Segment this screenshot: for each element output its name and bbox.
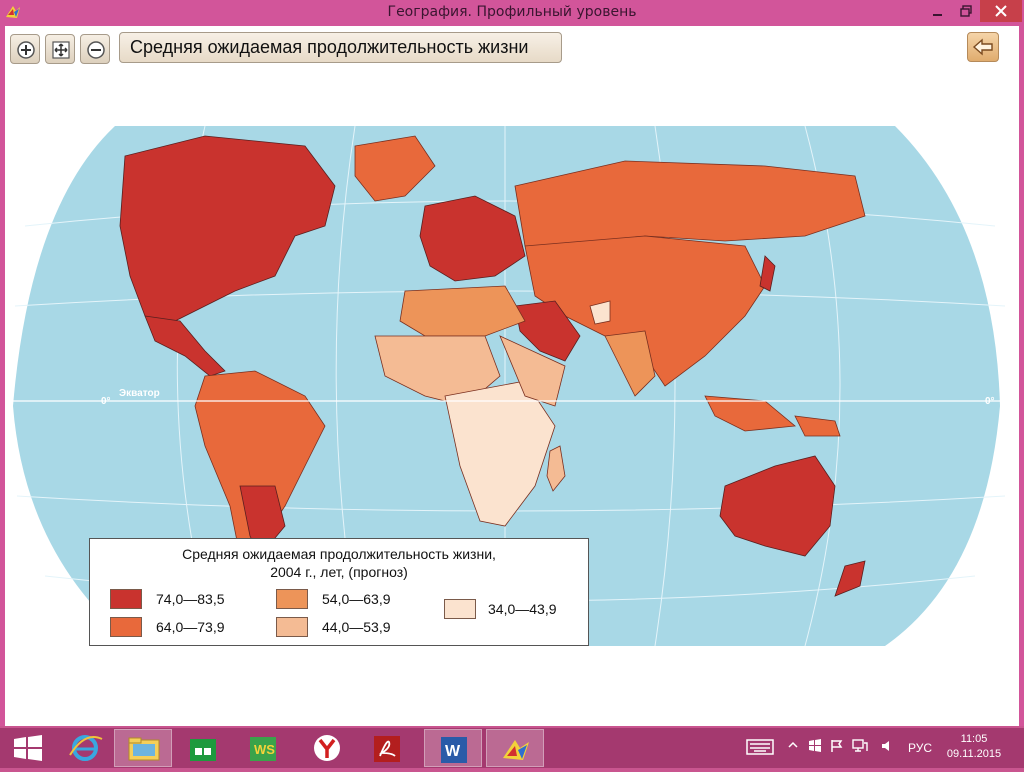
pan-move-icon	[52, 41, 70, 59]
pan-button[interactable]	[45, 34, 75, 64]
zoom-in-icon	[17, 41, 35, 59]
taskbar-pdf-reader[interactable]	[358, 729, 416, 767]
window-client: Средняя ожидаемая продолжительность жизн…	[5, 26, 1019, 726]
store-icon	[190, 739, 216, 761]
pdf-reader-icon	[374, 736, 400, 762]
taskbar-file-explorer[interactable]	[114, 729, 172, 767]
file-explorer-icon	[128, 737, 160, 761]
window-title: География. Профильный уровень	[387, 4, 637, 20]
legend-label-5: 34,0—43,9	[488, 601, 557, 617]
word-icon: W	[441, 737, 467, 763]
legend-title-line1: Средняя ожидаемая продолжительность жизн…	[182, 546, 496, 562]
tray-network-icon[interactable]	[852, 739, 868, 756]
legend-swatch-3	[276, 589, 308, 609]
zoom-in-button[interactable]	[10, 34, 40, 64]
minimize-button[interactable]	[924, 0, 952, 22]
language-indicator[interactable]: РУС	[908, 741, 932, 755]
taskbar-geography-app[interactable]	[486, 729, 544, 767]
legend-label-1: 74,0—83,5	[156, 591, 225, 607]
internet-explorer-icon	[69, 735, 103, 761]
clock-date: 09.11.2015	[946, 748, 1002, 760]
tray-volume-icon[interactable]	[880, 739, 894, 756]
degree-right-label: 0°	[985, 396, 995, 407]
tray-windows-icon[interactable]	[808, 739, 822, 756]
legend-title: Средняя ожидаемая продолжительность жизн…	[90, 545, 588, 581]
geography-app-icon	[503, 740, 529, 760]
legend-label-3: 54,0—63,9	[322, 591, 391, 607]
yandex-browser-icon	[314, 735, 340, 761]
start-button[interactable]	[0, 729, 58, 767]
close-button[interactable]	[980, 0, 1022, 22]
legend-label-4: 44,0—53,9	[322, 619, 391, 635]
legend-swatch-5	[444, 599, 476, 619]
degree-left-label: 0°	[101, 396, 111, 407]
map-legend: Средняя ожидаемая продолжительность жизн…	[89, 538, 589, 646]
ws-app-icon: WS	[250, 737, 276, 761]
legend-swatch-2	[110, 617, 142, 637]
taskbar-yandex-browser[interactable]	[298, 729, 356, 767]
zoom-out-icon	[87, 41, 105, 59]
taskbar: WS W РУС 11:05 09.11.2015	[0, 728, 1024, 768]
close-icon	[995, 5, 1007, 17]
taskbar-ws-app[interactable]: WS	[234, 729, 292, 767]
map-title: Средняя ожидаемая продолжительность жизн…	[119, 32, 562, 63]
clock-time: 11:05	[960, 733, 988, 745]
taskbar-word[interactable]: W	[424, 729, 482, 767]
svg-text:WS: WS	[254, 742, 275, 757]
restore-icon	[960, 5, 972, 17]
legend-title-line2: 2004 г., лет, (прогноз)	[270, 564, 408, 580]
taskbar-internet-explorer[interactable]	[56, 729, 114, 767]
minimize-icon	[933, 14, 942, 16]
keyboard-icon[interactable]	[746, 738, 774, 759]
tray-flag-icon[interactable]	[830, 739, 844, 756]
title-bar: География. Профильный уровень	[0, 0, 1024, 26]
legend-swatch-1	[110, 589, 142, 609]
clock[interactable]: 11:05 09.11.2015	[944, 732, 1004, 762]
legend-swatch-4	[276, 617, 308, 637]
svg-text:W: W	[445, 743, 461, 760]
tray-chevron-up-icon[interactable]	[788, 740, 798, 753]
start-icon	[14, 735, 42, 761]
window-border-right	[1019, 26, 1024, 726]
zoom-out-button[interactable]	[80, 34, 110, 64]
back-arrow-icon	[972, 38, 993, 56]
taskbar-store[interactable]	[174, 729, 232, 767]
legend-label-2: 64,0—73,9	[156, 619, 225, 635]
restore-button[interactable]	[952, 0, 980, 22]
back-button[interactable]	[967, 32, 999, 62]
equator-label: Экватор	[119, 388, 160, 399]
